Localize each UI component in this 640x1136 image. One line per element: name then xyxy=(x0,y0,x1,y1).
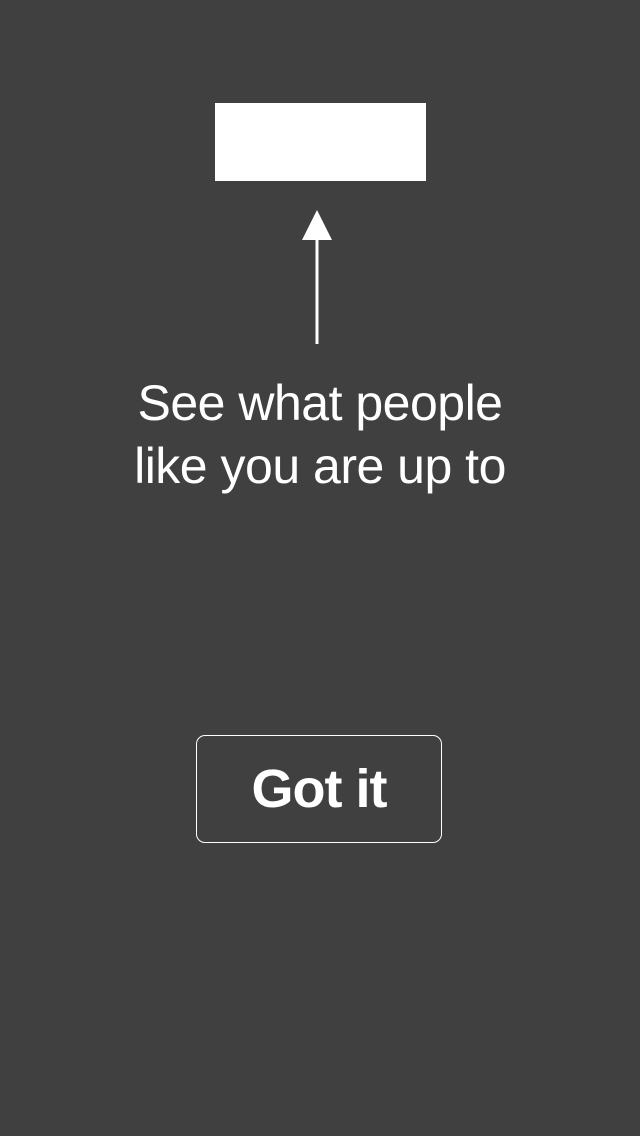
arrow-up-icon xyxy=(302,210,332,344)
onboarding-message-line-2: like you are up to xyxy=(134,438,506,494)
highlighted-target xyxy=(215,103,426,181)
onboarding-message: See what people like you are up to xyxy=(0,372,640,498)
onboarding-message-line-1: See what people xyxy=(137,375,503,431)
got-it-button[interactable]: Got it xyxy=(196,735,442,843)
